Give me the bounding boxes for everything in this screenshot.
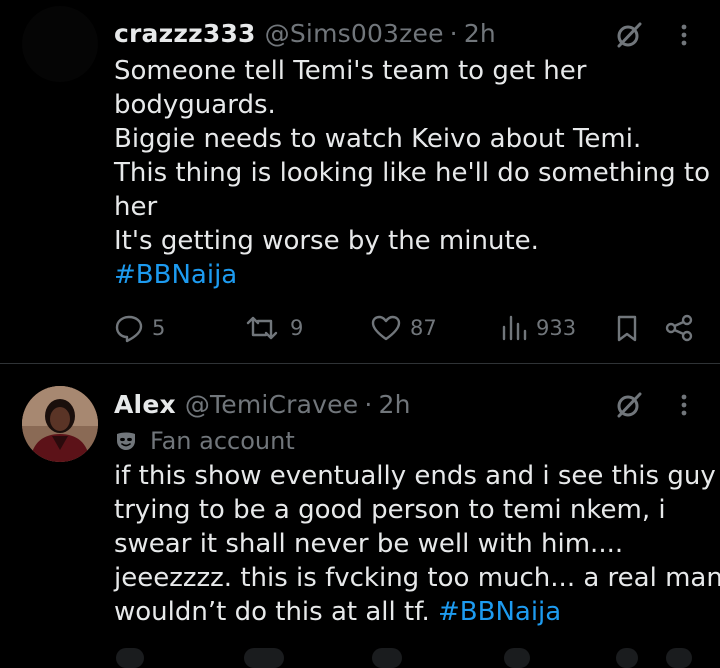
share-icon: [665, 314, 693, 342]
tweet-text-line: trying to be a good person to temi nkem,…: [114, 495, 666, 525]
avatar-photo: [22, 386, 98, 462]
bookmark-icon[interactable]: [616, 648, 638, 668]
mask-icon: [117, 432, 135, 450]
timestamp[interactable]: 2h: [378, 390, 410, 419]
views-icon[interactable]: [504, 648, 530, 668]
tweet-text-line: This thing is looking like he'll do some…: [114, 158, 711, 188]
tweet-text: Someone tell Temi's team to get her body…: [114, 54, 711, 292]
grok-icon[interactable]: [614, 390, 644, 420]
repost-count: 9: [290, 316, 304, 340]
tweet-header: crazzz333 @Sims003zee · 2h: [114, 16, 496, 50]
tweet-text: if this show eventually ends and i see t…: [114, 459, 720, 629]
share-button[interactable]: [664, 310, 702, 346]
like-count: 87: [410, 316, 437, 340]
tweet-text-line: Biggie needs to watch Keivo about Temi.: [114, 124, 642, 154]
tweet-text-last: wouldn’t do this at all tf.: [114, 597, 438, 627]
more-icon[interactable]: [674, 20, 694, 50]
like-icon[interactable]: [372, 648, 402, 668]
views-button[interactable]: 933: [500, 310, 576, 346]
display-name[interactable]: crazzz333: [114, 19, 256, 48]
grok-icon[interactable]: [614, 20, 644, 50]
reply-button[interactable]: 5: [114, 310, 165, 346]
timestamp[interactable]: 2h: [464, 19, 496, 48]
tweet-text-line: bodyguards.: [114, 90, 276, 120]
views-count: 933: [536, 316, 577, 340]
action-bar: 5 9 87 933: [114, 310, 700, 346]
like-button[interactable]: 87: [370, 310, 437, 346]
tweet-crazzz333[interactable]: crazzz333 @Sims003zee · 2h Someone tell …: [0, 0, 720, 363]
action-bar-peek: [114, 648, 694, 668]
separator-dot: ·: [364, 389, 373, 419]
tweet-text-line: jeeezzzz. this is fvcking too much... a …: [114, 563, 720, 593]
handle[interactable]: @Sims003zee: [265, 19, 444, 48]
handle[interactable]: @TemiCravee: [185, 390, 359, 419]
tweet-text-line: if this show eventually ends and i see t…: [114, 461, 716, 491]
hashtag-link[interactable]: #BBNaija: [438, 597, 561, 627]
tweet-text-line: swear it shall never be well with him...…: [114, 529, 624, 559]
tweet-text-line: It's getting worse by the minute.: [114, 226, 539, 256]
avatar[interactable]: [22, 6, 98, 82]
repost-icon: [246, 316, 278, 340]
hashtag-link[interactable]: #BBNaija: [114, 260, 237, 290]
reply-count: 5: [152, 316, 166, 340]
bookmark-button[interactable]: [614, 310, 648, 346]
separator-dot: ·: [449, 18, 458, 48]
repost-button[interactable]: 9: [242, 310, 303, 346]
repost-icon[interactable]: [244, 648, 284, 668]
more-icon[interactable]: [674, 390, 694, 420]
tweet-text-line: wouldn’t do this at all tf. #BBNaija: [114, 595, 696, 629]
account-label-text: Fan account: [150, 427, 295, 455]
display-name[interactable]: Alex: [114, 390, 176, 419]
reply-icon: [115, 315, 143, 343]
tweet-text-line: her: [114, 192, 158, 222]
account-label: Fan account: [114, 425, 295, 457]
like-icon: [371, 315, 401, 341]
avatar[interactable]: [22, 386, 98, 462]
bookmark-icon: [617, 315, 637, 342]
tweet-text-line: Someone tell Temi's team to get her: [114, 56, 587, 86]
reply-icon[interactable]: [116, 648, 144, 668]
tweet-header: Alex @TemiCravee · 2h: [114, 387, 411, 421]
tweet-alex[interactable]: Alex @TemiCravee · 2h Fan account if thi…: [0, 364, 720, 657]
views-icon: [502, 315, 527, 341]
share-icon[interactable]: [666, 648, 692, 668]
